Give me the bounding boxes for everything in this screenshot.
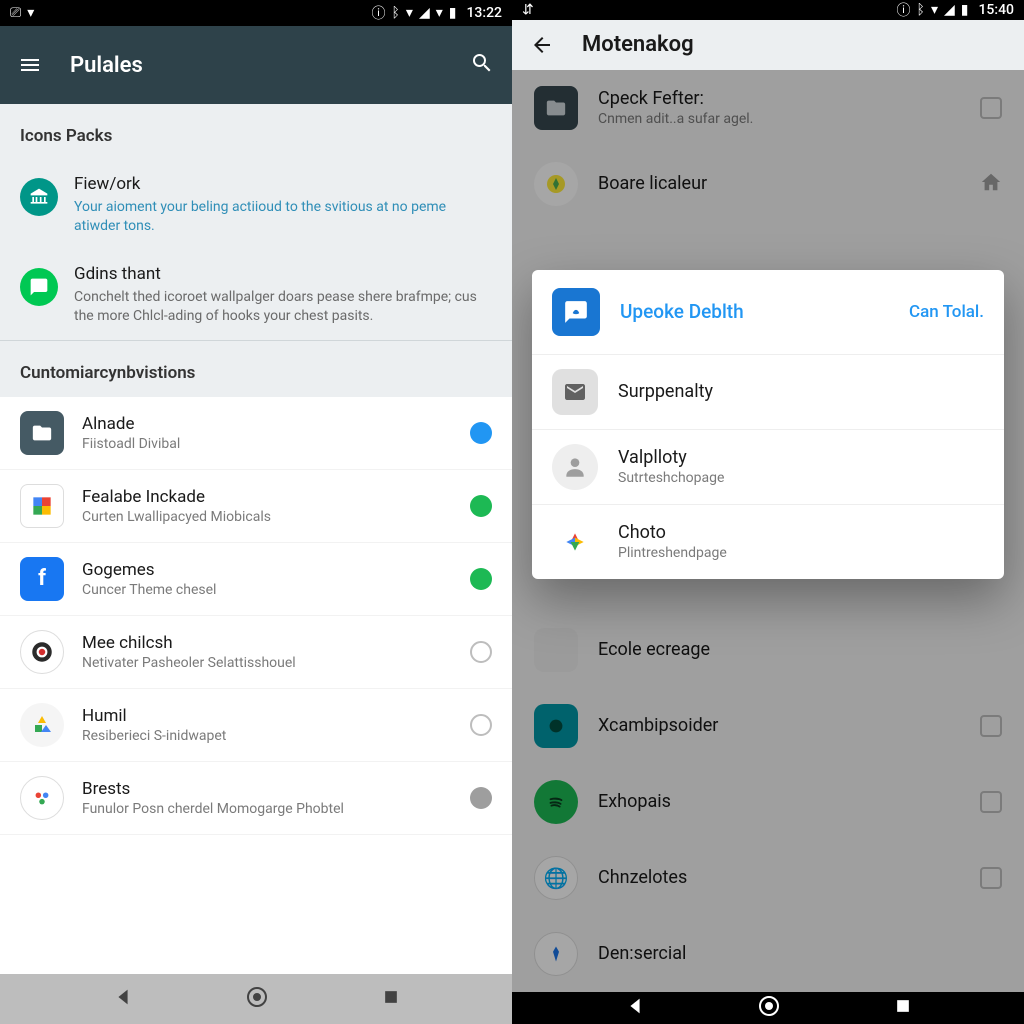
photos-icon bbox=[552, 519, 598, 565]
gallery-icon bbox=[20, 484, 64, 528]
list-item[interactable]: Alnade Fiistoadl Divibal bbox=[0, 397, 512, 470]
chat-icon bbox=[20, 268, 58, 306]
list-item[interactable]: Brests Funulor Posn cherdel Momogarge Ph… bbox=[0, 762, 512, 835]
dialog-action-button[interactable]: Can Tolal. bbox=[909, 302, 984, 322]
nav-bar bbox=[512, 992, 1024, 1024]
battery-icon: ▮ bbox=[449, 5, 457, 21]
nav-home-icon[interactable] bbox=[757, 994, 781, 1022]
dialog-title: Upeoke Deblth bbox=[620, 300, 889, 323]
facebook-icon: f bbox=[20, 557, 64, 601]
item-sub: Fiistoadl Divibal bbox=[82, 436, 452, 452]
nav-bar bbox=[0, 974, 512, 1024]
bluetooth-icon: ᛒ bbox=[392, 5, 400, 21]
item-sub: Plintreshendpage bbox=[618, 545, 727, 561]
list-item[interactable]: Mee chilcsh Netivater Pasheoler Selattis… bbox=[0, 616, 512, 689]
screen-right: ⇵ ⓘ ᛒ ▾ ◢ ▮ 15:40 Motenakog Cpeck Fefter… bbox=[512, 0, 1024, 1024]
item-title: Fealabe Inckade bbox=[82, 487, 452, 507]
mail-icon bbox=[552, 369, 598, 415]
pack-title: Gdins thant bbox=[74, 264, 492, 284]
pack-item-fiework[interactable]: Fiew/ork Your aioment your beling actiio… bbox=[0, 160, 512, 250]
section-header-custom: Cuntomiarcynbvistions bbox=[0, 341, 512, 397]
dots-icon bbox=[20, 776, 64, 820]
info-icon: ⓘ bbox=[897, 0, 911, 20]
bank-icon bbox=[20, 178, 58, 216]
item-title: Humil bbox=[82, 706, 452, 726]
list-item[interactable]: Fealabe Inckade Curten Lwallipacyed Miob… bbox=[0, 470, 512, 543]
radio-unchecked[interactable] bbox=[470, 641, 492, 663]
person-icon bbox=[552, 444, 598, 490]
page-title: Motenakog bbox=[582, 32, 694, 57]
search-icon[interactable] bbox=[470, 51, 494, 79]
nav-back-icon[interactable] bbox=[112, 986, 134, 1012]
back-icon[interactable] bbox=[530, 33, 554, 57]
pack-desc: Conchelt thed icoroet wallpalger doars p… bbox=[74, 288, 492, 326]
status-dot bbox=[470, 422, 492, 444]
folder-icon bbox=[20, 411, 64, 455]
nav-back-icon[interactable] bbox=[624, 995, 646, 1021]
section-header-icon-packs: Icons Packs bbox=[0, 104, 512, 160]
radio-unchecked[interactable] bbox=[470, 714, 492, 736]
item-sub: Sutrteshchopage bbox=[618, 470, 724, 486]
dialog-item[interactable]: Choto Plintreshendpage bbox=[532, 504, 1004, 579]
item-sub: Netivater Pasheoler Selattisshouel bbox=[82, 655, 452, 671]
nav-recent-icon[interactable] bbox=[381, 987, 401, 1011]
item-title: Surppenalty bbox=[618, 381, 713, 402]
vibrate-icon: ⇵ bbox=[522, 2, 534, 18]
pack-title: Fiew/ork bbox=[74, 174, 492, 194]
nav-home-icon[interactable] bbox=[245, 985, 269, 1013]
dialog-item[interactable]: Valplloty Sutrteshchopage bbox=[532, 429, 1004, 504]
item-title: Mee chilcsh bbox=[82, 633, 452, 653]
wifi-icon: ▾ bbox=[931, 2, 938, 18]
item-sub: Cuncer Theme chesel bbox=[82, 582, 452, 598]
rotation-lock-icon: ⎚ bbox=[10, 5, 21, 21]
list-item[interactable]: Humil Resiberieci S-inidwapet bbox=[0, 689, 512, 762]
share-dialog: Upeoke Deblth Can Tolal. Surppenalty Val… bbox=[532, 270, 1004, 579]
status-time: 13:22 bbox=[466, 5, 502, 21]
list-item[interactable]: f Gogemes Cuncer Theme chesel bbox=[0, 543, 512, 616]
item-title: Gogemes bbox=[82, 560, 452, 580]
background-list: Cpeck Fefter: Cnmen adit..a sufar agel. … bbox=[512, 70, 1024, 992]
item-sub: Resiberieci S-inidwapet bbox=[82, 728, 452, 744]
toolbar: Pulales bbox=[0, 26, 512, 104]
battery-icon: ▮ bbox=[961, 2, 969, 18]
pack-desc: Your aioment your beling actiioud to the… bbox=[74, 198, 492, 236]
nav-recent-icon[interactable] bbox=[893, 996, 913, 1020]
status-time: 15:40 bbox=[978, 2, 1014, 18]
status-dot bbox=[470, 495, 492, 517]
dialog-item[interactable]: Surppenalty bbox=[532, 354, 1004, 429]
item-title: Choto bbox=[618, 522, 727, 543]
wifi-icon: ▾ bbox=[406, 5, 413, 21]
pack-item-gdins[interactable]: Gdins thant Conchelt thed icoroet wallpa… bbox=[0, 250, 512, 340]
item-sub: Funulor Posn cherdel Momogarge Phobtel bbox=[82, 801, 452, 817]
status-bar: ⇵ ⓘ ᛒ ▾ ◢ ▮ 15:40 bbox=[512, 0, 1024, 20]
status-dot bbox=[470, 787, 492, 809]
item-title: Brests bbox=[82, 779, 452, 799]
page-title: Pulales bbox=[70, 53, 143, 78]
item-title: Alnade bbox=[82, 414, 452, 434]
cell-signal-icon: ◢ bbox=[419, 5, 430, 21]
status-dot bbox=[470, 568, 492, 590]
toolbar: Motenakog bbox=[512, 20, 1024, 70]
status-bar: ⎚ ▾ ⓘ ᛒ ▾ ◢ ▾ ▮ 13:22 bbox=[0, 0, 512, 26]
menu-icon[interactable] bbox=[18, 53, 42, 77]
wifi-icon-2: ▾ bbox=[436, 5, 443, 21]
screen-left: ⎚ ▾ ⓘ ᛒ ▾ ◢ ▾ ▮ 13:22 Pulales Icons Pack… bbox=[0, 0, 512, 1024]
shapes-icon bbox=[20, 703, 64, 747]
info-icon: ⓘ bbox=[372, 3, 386, 23]
target-icon bbox=[20, 630, 64, 674]
item-sub: Curten Lwallipacyed Miobicals bbox=[82, 509, 452, 525]
bookmark-icon: ▾ bbox=[27, 5, 34, 21]
bluetooth-icon: ᛒ bbox=[917, 2, 925, 18]
cell-signal-icon: ◢ bbox=[944, 2, 955, 18]
item-title: Valplloty bbox=[618, 447, 724, 468]
chat-bubble-icon bbox=[552, 288, 600, 336]
